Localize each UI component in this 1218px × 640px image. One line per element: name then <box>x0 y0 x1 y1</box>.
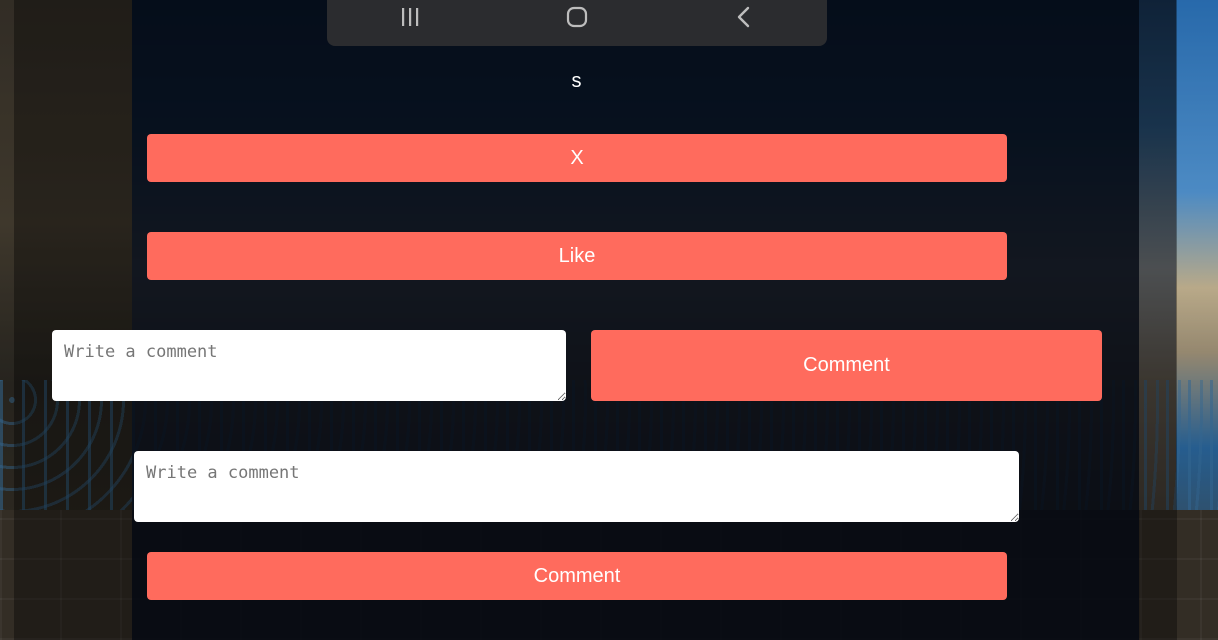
android-nav-bar <box>327 0 827 46</box>
comment-button-1[interactable]: Comment <box>591 330 1102 401</box>
post-title: s <box>571 70 582 92</box>
back-icon[interactable] <box>724 4 764 30</box>
close-button[interactable]: X <box>147 134 1007 182</box>
overlay-panel <box>132 0 1139 640</box>
like-button[interactable]: Like <box>147 232 1007 280</box>
comment-input-2[interactable] <box>134 451 1019 522</box>
comment-button-2[interactable]: Comment <box>147 552 1007 600</box>
recent-apps-icon[interactable] <box>390 4 430 30</box>
home-icon[interactable] <box>557 4 597 30</box>
comment-input-1[interactable] <box>52 330 566 401</box>
